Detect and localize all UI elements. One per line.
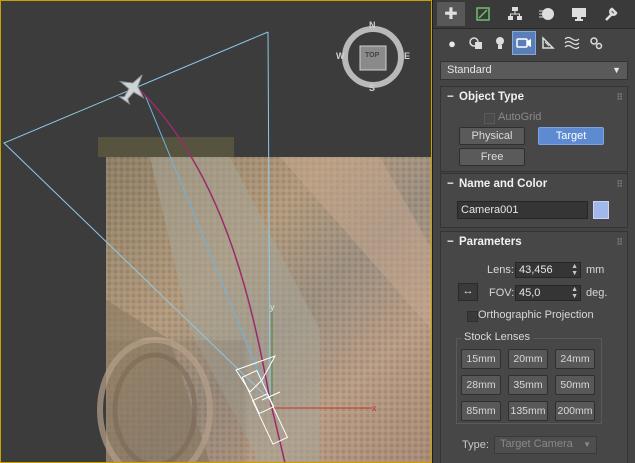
viewcube-top[interactable]: TOP <box>365 52 379 59</box>
rollout-object-type: − Object Type ⠿ AutoGrid Physical Target … <box>440 86 628 172</box>
lens-85mm-button[interactable]: 85mm <box>461 401 501 421</box>
terrain-texture <box>97 137 432 463</box>
fov-spinner[interactable]: 45,0 ▲ ▼ <box>515 285 581 301</box>
rollout-name-color-header[interactable]: − Name and Color ⠿ <box>441 174 627 194</box>
category-dropdown-value: Standard <box>447 64 492 76</box>
lens-unit: mm <box>586 264 605 276</box>
autogrid-label: AutoGrid <box>498 111 542 123</box>
fov-direction-icon[interactable]: ↔ <box>458 283 478 301</box>
spinner-arrows-icon[interactable]: ▲ ▼ <box>571 286 578 300</box>
spinner-arrows-icon[interactable]: ▲ ▼ <box>571 263 578 277</box>
fov-label: FOV: <box>489 287 515 299</box>
command-panel-tabs: ✚ <box>433 0 635 29</box>
fov-value: 45,0 <box>519 287 541 299</box>
rollout-name-color: − Name and Color ⠿ Camera001 <box>440 173 628 228</box>
compass-e: E <box>404 51 411 61</box>
cameras-icon[interactable] <box>512 31 536 55</box>
systems-icon[interactable] <box>585 32 607 54</box>
lens-15mm-button[interactable]: 15mm <box>461 349 501 369</box>
geometry-icon[interactable]: ● <box>441 32 463 54</box>
collapse-icon: − <box>447 91 454 103</box>
free-button[interactable]: Free <box>459 148 525 166</box>
compass-n: N <box>369 20 376 30</box>
command-panel: ✚ ● Standard ▼ − Object Type ⠿ AutoGrid … <box>433 0 635 463</box>
type-label: Type: <box>462 439 489 451</box>
shapes-icon[interactable] <box>465 32 487 54</box>
spacewarps-icon[interactable] <box>561 32 583 54</box>
create-categories: ● <box>433 30 635 58</box>
lens-35mm-button[interactable]: 35mm <box>508 375 548 395</box>
x-axis-label: x <box>372 403 377 413</box>
lens-28mm-button[interactable]: 28mm <box>461 375 501 395</box>
rollout-object-type-header[interactable]: − Object Type ⠿ <box>441 87 627 107</box>
lights-icon[interactable] <box>489 32 511 54</box>
lens-24mm-button[interactable]: 24mm <box>555 349 595 369</box>
orthographic-label: Orthographic Projection <box>478 309 594 321</box>
target-button[interactable]: Target <box>538 127 604 145</box>
orthographic-checkbox[interactable] <box>467 311 478 322</box>
camera-type-dropdown[interactable]: Target Camera ▼ <box>494 436 597 454</box>
autogrid-checkbox[interactable] <box>484 113 495 124</box>
object-color-swatch[interactable] <box>593 201 609 219</box>
rollout-parameters-header[interactable]: − Parameters ⠿ <box>441 232 627 252</box>
stock-lenses-title: Stock Lenses <box>461 331 534 343</box>
y-axis-label: y <box>270 302 275 312</box>
stock-lenses-group: Stock Lenses 15mm 20mm 24mm 28mm 35mm 50… <box>456 331 602 424</box>
lens-50mm-button[interactable]: 50mm <box>555 375 595 395</box>
rollout-title: Parameters <box>459 236 522 248</box>
compass-w: W <box>336 51 345 61</box>
viewport-top[interactable]: x y TOP N S E W <box>0 0 433 463</box>
collapse-icon: − <box>447 178 454 190</box>
chevron-down-icon: ▼ <box>612 65 621 75</box>
create-icon[interactable]: ✚ <box>437 2 465 26</box>
fov-unit: deg. <box>586 287 608 299</box>
utilities-icon[interactable] <box>597 2 625 26</box>
chevron-down-icon: ▼ <box>583 440 591 449</box>
physical-button[interactable]: Physical <box>459 127 525 145</box>
modify-icon[interactable] <box>469 2 497 26</box>
grip-icon: ⠿ <box>616 92 623 102</box>
lens-label: Lens: <box>487 264 514 276</box>
hierarchy-icon[interactable] <box>501 2 529 26</box>
rollout-title: Name and Color <box>459 178 548 190</box>
grip-icon: ⠿ <box>616 179 623 189</box>
camera-type-value: Target Camera <box>500 438 573 450</box>
lens-135mm-button[interactable]: 135mm <box>508 401 548 421</box>
grip-icon: ⠿ <box>616 237 623 247</box>
helpers-icon[interactable] <box>537 32 559 54</box>
rollout-parameters: − Parameters ⠿ Lens: 43,456 ▲ ▼ mm ↔ FOV: … <box>440 231 628 463</box>
lens-200mm-button[interactable]: 200mm <box>555 401 595 421</box>
compass-s: S <box>369 83 376 93</box>
collapse-icon: − <box>447 236 454 248</box>
rollout-title: Object Type <box>459 91 524 103</box>
viewcube[interactable]: TOP N S E W <box>336 20 411 95</box>
object-name-field[interactable]: Camera001 <box>457 201 588 219</box>
motion-icon[interactable] <box>533 2 561 26</box>
category-dropdown[interactable]: Standard ▼ <box>440 61 628 80</box>
lens-20mm-button[interactable]: 20mm <box>508 349 548 369</box>
display-icon[interactable] <box>565 2 593 26</box>
lens-spinner[interactable]: 43,456 ▲ ▼ <box>515 262 581 278</box>
lens-value: 43,456 <box>519 264 553 276</box>
